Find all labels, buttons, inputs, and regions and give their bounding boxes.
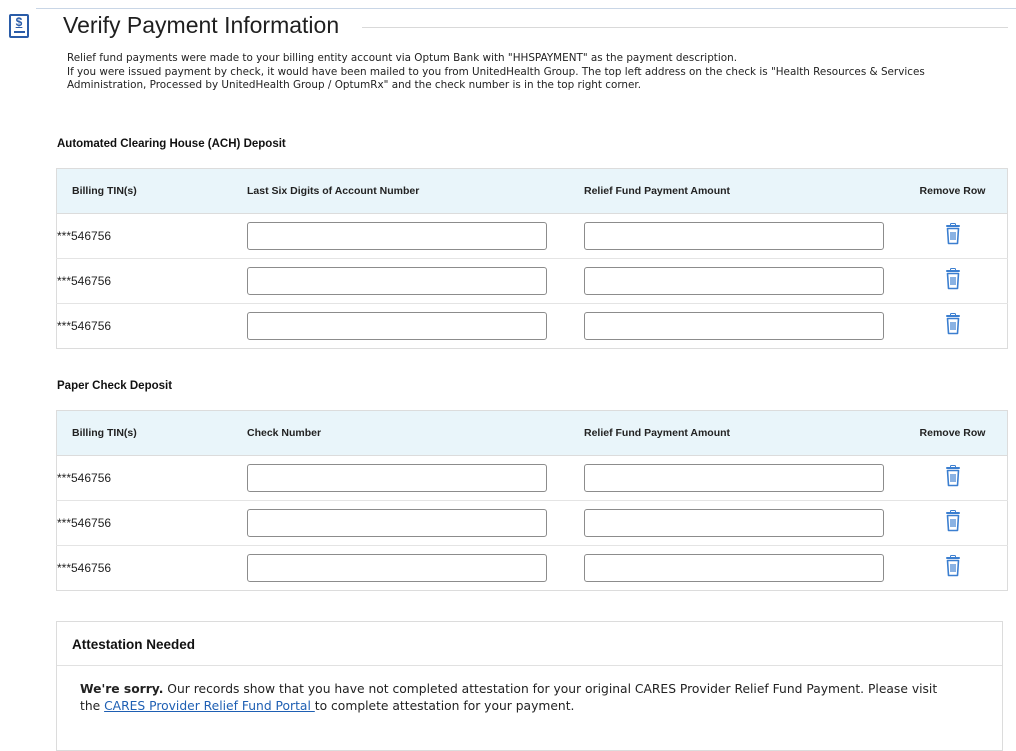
billing-tin: ***546756 <box>56 455 247 501</box>
check-col-billing-tin: Billing TIN(s) <box>56 410 247 456</box>
check-header-row: Billing TIN(s) Check Number Relief Fund … <box>56 410 1008 456</box>
payment-amount-input[interactable] <box>584 222 884 250</box>
ach-heading: Automated Clearing House (ACH) Deposit <box>57 138 286 150</box>
check-number-input[interactable] <box>247 554 547 582</box>
billing-tin: ***546756 <box>56 303 247 349</box>
ach-col-amount: Relief Fund Payment Amount <box>584 168 898 214</box>
table-row: ***546756 <box>56 258 1008 304</box>
check-heading: Paper Check Deposit <box>57 380 173 392</box>
cares-portal-link[interactable]: CARES Provider Relief Fund Portal <box>104 699 315 713</box>
ach-col-account: Last Six Digits of Account Number <box>247 168 584 214</box>
ach-table: Billing TIN(s) Last Six Digits of Accoun… <box>56 168 1008 349</box>
ach-header-row: Billing TIN(s) Last Six Digits of Accoun… <box>56 168 1008 214</box>
payment-amount-input[interactable] <box>584 267 884 295</box>
payment-amount-input[interactable] <box>584 554 884 582</box>
trash-icon[interactable] <box>943 222 963 245</box>
page-title: Verify Payment Information <box>63 12 340 38</box>
attestation-text-after: to complete attestation for your payment… <box>314 699 575 713</box>
attestation-title: Attestation Needed <box>72 637 196 652</box>
check-col-check-number: Check Number <box>247 410 584 456</box>
billing-tin: ***546756 <box>56 213 247 259</box>
payment-amount-input[interactable] <box>584 312 884 340</box>
billing-tin: ***546756 <box>56 500 247 546</box>
trash-icon[interactable] <box>943 464 963 487</box>
table-row: ***546756 <box>56 303 1008 349</box>
trash-icon[interactable] <box>943 509 963 532</box>
table-row: ***546756 <box>56 545 1008 591</box>
ach-col-billing-tin: Billing TIN(s) <box>56 168 247 214</box>
check-number-input[interactable] <box>247 509 547 537</box>
ach-col-remove: Remove Row <box>898 168 1008 214</box>
account-digits-input[interactable] <box>247 222 547 250</box>
billing-tin: ***546756 <box>56 258 247 304</box>
check-table: Billing TIN(s) Check Number Relief Fund … <box>56 410 1008 591</box>
trash-icon[interactable] <box>943 312 963 335</box>
top-divider <box>36 8 1016 9</box>
table-row: ***546756 <box>56 500 1008 546</box>
account-digits-input[interactable] <box>247 267 547 295</box>
check-number-input[interactable] <box>247 464 547 492</box>
table-row: ***546756 <box>56 455 1008 501</box>
intro-line-2: If you were issued payment by check, it … <box>67 65 925 92</box>
trash-icon[interactable] <box>943 554 963 577</box>
check-col-amount: Relief Fund Payment Amount <box>584 410 898 456</box>
title-divider <box>362 27 1008 28</box>
billing-tin: ***546756 <box>56 545 247 591</box>
payment-amount-input[interactable] <box>584 509 884 537</box>
attestation-panel: Attestation Needed We're sorry. Our reco… <box>56 621 1003 751</box>
dollar-document-icon: $ <box>9 14 29 38</box>
account-digits-input[interactable] <box>247 312 547 340</box>
payment-amount-input[interactable] <box>584 464 884 492</box>
table-row: ***546756 <box>56 213 1008 259</box>
attestation-message: We're sorry. Our records show that you h… <box>57 666 940 715</box>
trash-icon[interactable] <box>943 267 963 290</box>
intro-line-1: Relief fund payments were made to your b… <box>67 52 738 64</box>
check-col-remove: Remove Row <box>898 410 1008 456</box>
intro-text: Relief fund payments were made to your b… <box>67 52 967 93</box>
attestation-sorry: We're sorry. <box>80 682 164 696</box>
